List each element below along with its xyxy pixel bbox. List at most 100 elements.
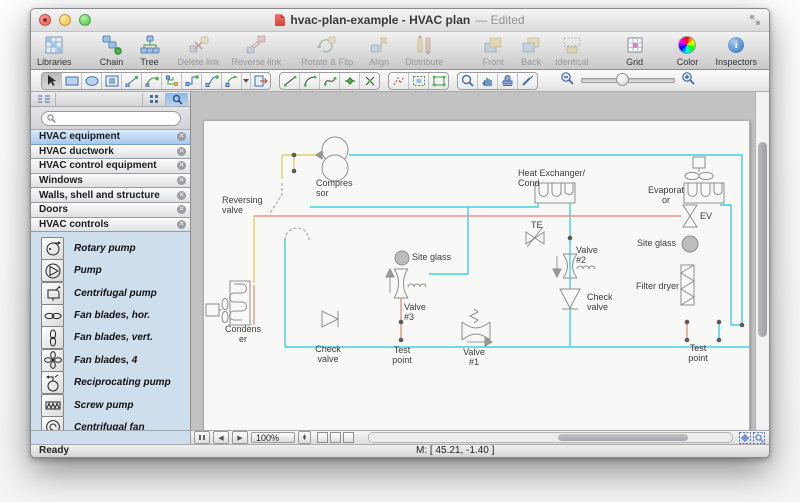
actual-size-icon[interactable] <box>739 432 751 444</box>
reversing-valve-symbol[interactable] <box>270 183 309 240</box>
connector-direct-tool[interactable] <box>122 73 142 89</box>
connector-s-tool[interactable] <box>202 73 222 89</box>
sidebar-item-doors[interactable]: Doors✕ <box>31 203 190 218</box>
remove-library-icon[interactable]: ✕ <box>177 191 186 200</box>
format-brush-tool[interactable] <box>518 73 537 89</box>
connector-elbow-tool[interactable] <box>182 73 202 89</box>
horizontal-scrollbar-thumb[interactable] <box>558 434 689 441</box>
connector-dropdown-icon[interactable] <box>242 73 251 89</box>
transform-tool[interactable] <box>429 73 448 89</box>
minimize-button[interactable] <box>59 14 71 26</box>
front-button[interactable]: Front <box>479 35 507 67</box>
drawing-canvas[interactable]: Reversing valve Compres sor Heat Exchang… <box>191 92 769 430</box>
pan-tool[interactable] <box>478 73 498 89</box>
list-item-rotary-pump[interactable]: Rotary pump <box>41 237 190 259</box>
sidebar-item-hvac-equipment[interactable]: HVAC equipment✕ <box>31 130 190 145</box>
check-valve-mid-symbol[interactable] <box>560 289 580 309</box>
image-tool[interactable] <box>102 73 122 89</box>
suction-lines[interactable] <box>285 155 749 347</box>
connector-smart-tool[interactable] <box>222 73 242 89</box>
ev-valve-symbol[interactable] <box>683 205 697 227</box>
zoom-out-icon[interactable] <box>560 71 575 91</box>
next-page-button[interactable]: ▶ <box>232 431 248 444</box>
zoom-button[interactable] <box>79 14 91 26</box>
page-icon[interactable] <box>343 432 354 443</box>
valve1-symbol[interactable] <box>462 309 492 346</box>
ellipse-tool[interactable] <box>82 73 102 89</box>
prev-page-button[interactable]: ◀ <box>213 431 229 444</box>
filter-dryer-symbol[interactable] <box>681 265 694 305</box>
close-button[interactable] <box>39 14 51 26</box>
list-item-screw-pump[interactable]: Screw pump <box>41 394 190 416</box>
sidebar-item-windows[interactable]: Windows✕ <box>31 174 190 189</box>
sidebar-item-hvac-control-equipment[interactable]: HVAC control equipment✕ <box>31 159 190 174</box>
vertical-scrollbar-thumb[interactable] <box>758 142 767 337</box>
list-item-fan-blades-4[interactable]: Fan blades, 4 <box>41 349 190 371</box>
remove-library-icon[interactable]: ✕ <box>177 132 186 141</box>
valve3-symbol[interactable] <box>386 269 426 298</box>
zoom-slider-thumb[interactable] <box>616 73 629 86</box>
libraries-button[interactable]: Libraries <box>37 35 72 67</box>
horizontal-scrollbar[interactable] <box>368 432 733 443</box>
delete-link-button[interactable]: Delete link <box>178 35 220 67</box>
zoom-stepper[interactable]: ▲▼ <box>298 431 311 444</box>
list-item-pump[interactable]: Pump <box>41 260 190 282</box>
rectangle-tool[interactable] <box>62 73 82 89</box>
remove-library-icon[interactable]: ✕ <box>177 147 186 156</box>
library-grid-view-button[interactable] <box>142 93 165 106</box>
fit-page-icon[interactable] <box>753 432 765 444</box>
export-tool[interactable] <box>251 73 270 89</box>
check-valve-left-symbol[interactable] <box>322 311 338 327</box>
connector-curve-tool[interactable] <box>142 73 162 89</box>
condenser-symbol[interactable] <box>206 281 250 325</box>
sidebar-item-hvac-controls[interactable]: HVAC controls✕ <box>31 218 190 233</box>
inspectors-button[interactable]: i Inspectors <box>715 35 757 67</box>
identical-button[interactable]: Identical <box>555 35 589 67</box>
zoom-tool[interactable] <box>458 73 478 89</box>
pause-button[interactable] <box>194 431 210 444</box>
compressor-symbol[interactable] <box>316 137 348 181</box>
arc-tool[interactable] <box>300 73 320 89</box>
title-bar[interactable]: hvac-plan-example - HVAC plan — Edited <box>31 9 769 32</box>
chain-button[interactable]: Chain <box>98 35 126 67</box>
site-glass-mid-symbol[interactable] <box>395 251 409 265</box>
trace-tool[interactable] <box>389 73 409 89</box>
split-tool[interactable] <box>360 73 379 89</box>
evaporator-symbol[interactable] <box>684 157 724 203</box>
search-input[interactable] <box>59 112 175 124</box>
sidebar-item-hvac-ductwork[interactable]: HVAC ductwork✕ <box>31 145 190 160</box>
remove-library-icon[interactable]: ✕ <box>177 176 186 185</box>
page-icon[interactable] <box>330 432 341 443</box>
library-search-button[interactable] <box>165 93 188 106</box>
zoom-in-icon[interactable] <box>681 71 696 91</box>
align-button[interactable]: Align <box>365 35 393 67</box>
select-area-tool[interactable] <box>409 73 429 89</box>
zoom-slider[interactable] <box>581 78 675 83</box>
zoom-level-value[interactable]: 100% <box>251 432 295 443</box>
list-item-centrifugal-fan[interactable]: Centrifugal fan <box>41 416 190 430</box>
library-tree-view-button[interactable] <box>33 93 56 106</box>
stamp-tool[interactable] <box>498 73 518 89</box>
search-field[interactable] <box>41 111 181 126</box>
distribute-button[interactable]: Distribute <box>405 35 443 67</box>
site-glass-right-symbol[interactable] <box>682 236 698 252</box>
pointer-tool[interactable] <box>42 73 62 89</box>
remove-library-icon[interactable]: ✕ <box>177 205 186 214</box>
back-button[interactable]: Back <box>517 35 545 67</box>
fullscreen-icon[interactable] <box>748 13 762 27</box>
color-button[interactable]: Color <box>673 35 701 67</box>
remove-library-icon[interactable]: ✕ <box>177 220 186 229</box>
line-tool[interactable] <box>280 73 300 89</box>
spline-tool[interactable] <box>320 73 340 89</box>
liquid-lines[interactable] <box>254 216 687 340</box>
page-icon[interactable] <box>317 432 328 443</box>
list-item-reciprocating-pump[interactable]: Reciprocating pump <box>41 372 190 394</box>
rotate-flip-button[interactable]: Rotate & Flip <box>301 35 353 67</box>
reverse-link-button[interactable]: Reverse link <box>232 35 282 67</box>
grid-button[interactable]: Grid <box>621 35 649 67</box>
diagram-drawing[interactable] <box>204 121 749 430</box>
list-item-fan-blades-vert[interactable]: Fan blades, vert. <box>41 327 190 349</box>
sidebar-item-walls-shell-structure[interactable]: Walls, shell and structure✕ <box>31 188 190 203</box>
list-item-centrifugal-pump[interactable]: Centrifugal pump <box>41 282 190 304</box>
document-page[interactable]: Reversing valve Compres sor Heat Exchang… <box>203 120 750 430</box>
